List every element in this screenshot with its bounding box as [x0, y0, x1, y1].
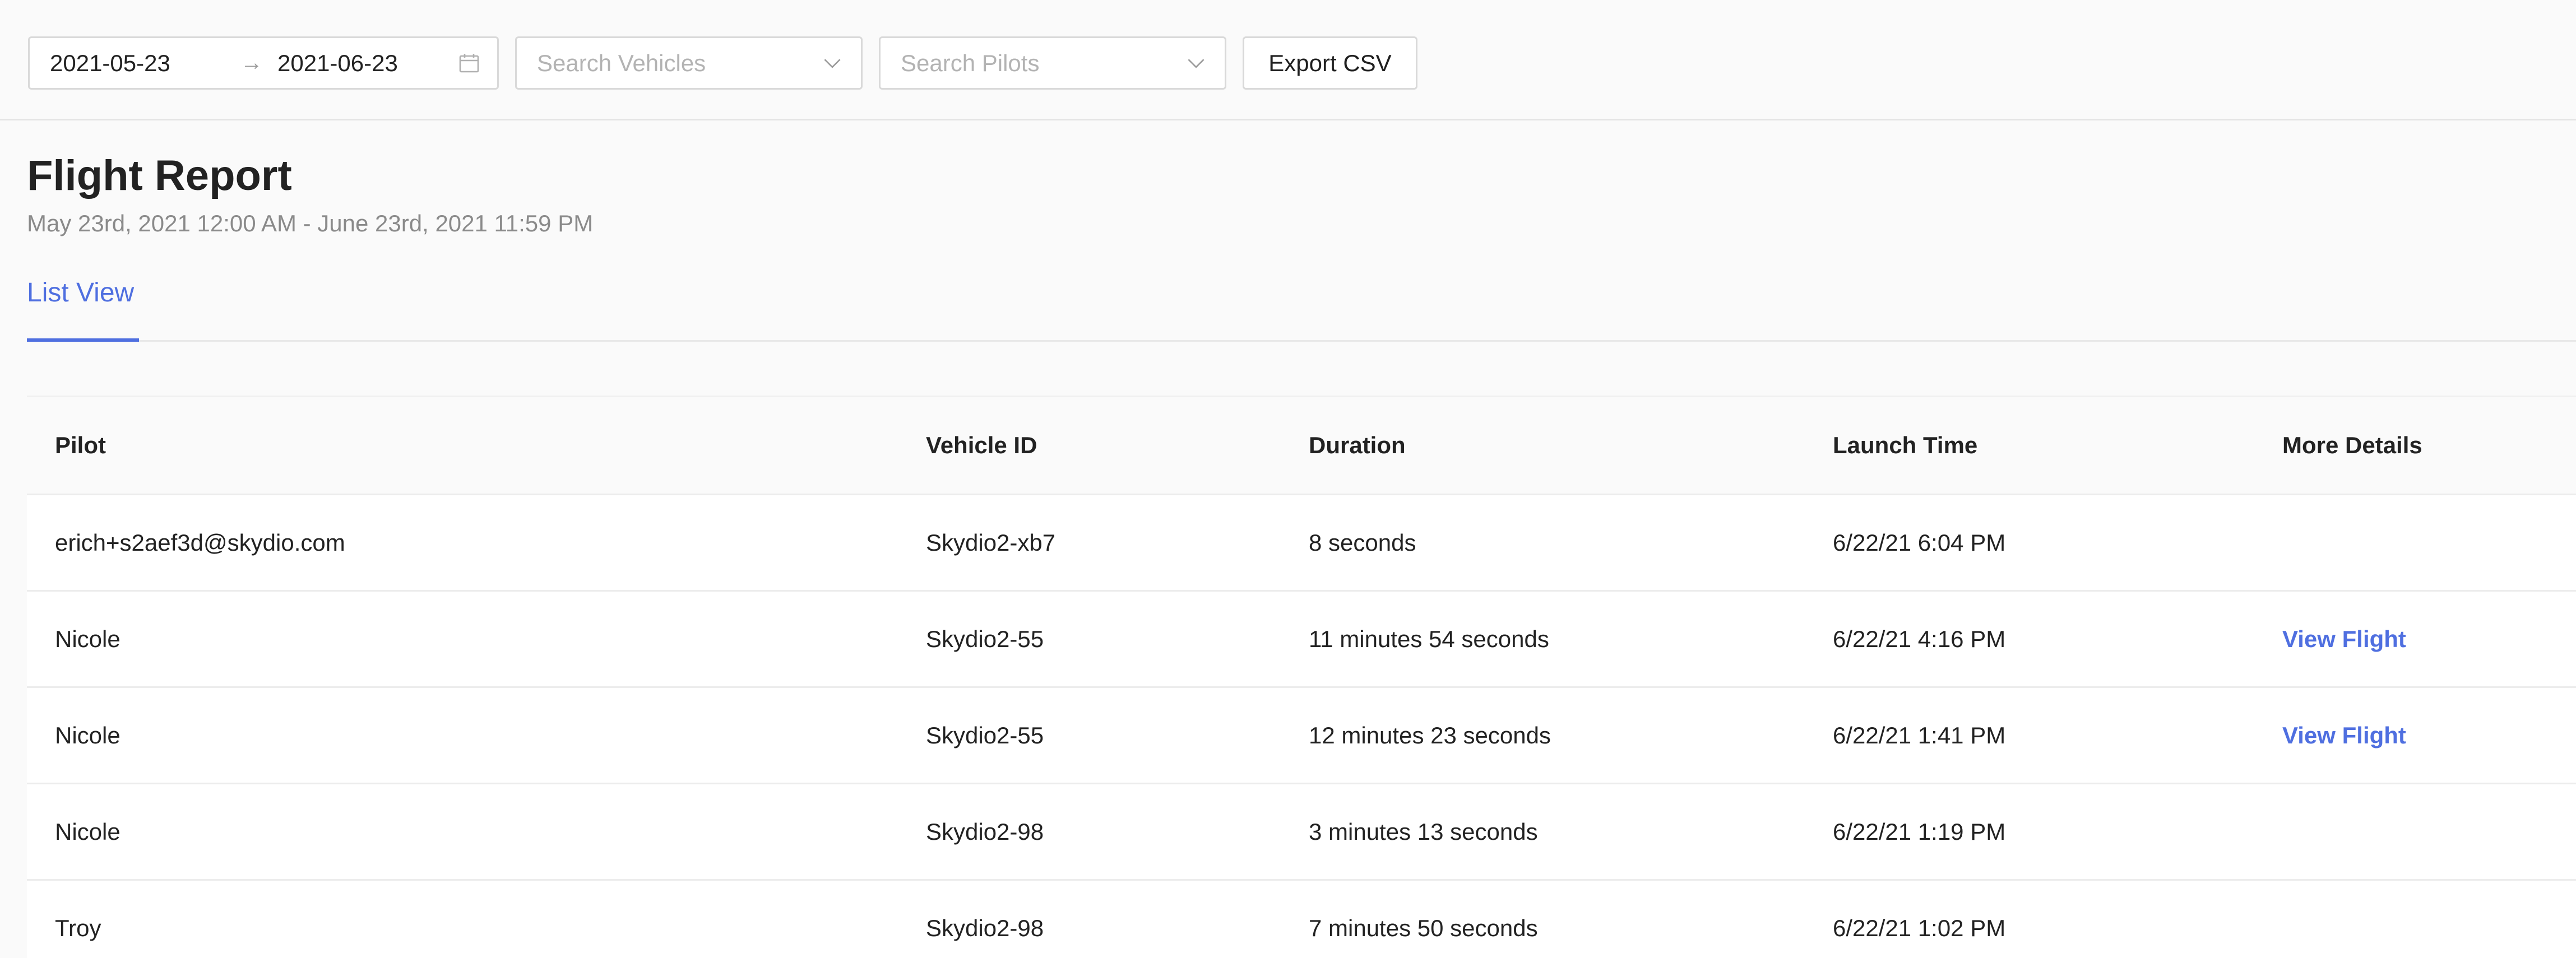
- view-flight-link[interactable]: View Flight: [2282, 592, 2406, 686]
- chevron-down-icon: [1188, 58, 1204, 68]
- column-header-vehicle-id[interactable]: Vehicle ID: [926, 397, 1037, 494]
- search-pilots-select[interactable]: Search Pilots: [879, 36, 1226, 90]
- calendar-icon[interactable]: [458, 52, 480, 75]
- date-range-arrow: →: [240, 50, 263, 75]
- pilot-cell: Nicole: [55, 722, 121, 748]
- export-csv-button[interactable]: Export CSV: [1243, 36, 1417, 90]
- view-flight-link[interactable]: View Flight: [2282, 688, 2406, 783]
- column-header-launch-time[interactable]: Launch Time: [1833, 397, 1977, 494]
- table-row: Nicole Skydio2-55 11 minutes 54 seconds …: [27, 592, 2576, 688]
- duration-cell: 8 seconds: [1309, 529, 1416, 556]
- duration-cell: 7 minutes 50 seconds: [1309, 914, 1538, 941]
- flights-table: Pilot Vehicle ID Duration Launch Time Mo…: [27, 396, 2576, 958]
- search-vehicles-select[interactable]: Search Vehicles: [515, 36, 863, 90]
- launch-time-cell: 6/22/21 1:02 PM: [1833, 914, 2006, 941]
- filter-toolbar: 2021-05-23 → 2021-06-23 Search Vehicles …: [28, 36, 1417, 90]
- flight-report-page: 2021-05-23 → 2021-06-23 Search Vehicles …: [0, 0, 2576, 958]
- duration-cell: 12 minutes 23 seconds: [1309, 722, 1551, 748]
- table-row: Troy Skydio2-98 7 minutes 50 seconds 6/2…: [27, 881, 2576, 958]
- duration-cell: 3 minutes 13 seconds: [1309, 818, 1538, 845]
- column-header-pilot[interactable]: Pilot: [55, 397, 106, 494]
- table-row: Nicole Skydio2-55 12 minutes 23 seconds …: [27, 688, 2576, 784]
- date-start[interactable]: 2021-05-23: [50, 50, 240, 77]
- column-header-more-details: More Details: [2282, 432, 2422, 458]
- tabs-divider: [27, 340, 2576, 342]
- page-title: Flight Report: [27, 152, 292, 199]
- table-row: Nicole Skydio2-98 3 minutes 13 seconds 6…: [27, 784, 2576, 881]
- report-date-range: May 23rd, 2021 12:00 AM - June 23rd, 202…: [27, 210, 594, 236]
- search-vehicles-placeholder: Search Vehicles: [537, 49, 706, 76]
- date-end[interactable]: 2021-06-23: [277, 50, 446, 77]
- date-range-picker[interactable]: 2021-05-23 → 2021-06-23: [28, 36, 499, 90]
- chevron-down-icon: [824, 58, 841, 68]
- table-header-row: Pilot Vehicle ID Duration Launch Time Mo…: [27, 397, 2576, 495]
- launch-time-cell: 6/22/21 4:16 PM: [1833, 625, 2006, 652]
- active-tab-indicator: [27, 338, 139, 342]
- pilot-cell: Nicole: [55, 625, 121, 652]
- pilot-cell: Nicole: [55, 818, 121, 845]
- table-row: erich+s2aef3d@skydio.com Skydio2-xb7 8 s…: [27, 495, 2576, 592]
- search-pilots-placeholder: Search Pilots: [901, 49, 1040, 76]
- duration-cell: 11 minutes 54 seconds: [1309, 625, 1549, 652]
- column-header-duration[interactable]: Duration: [1309, 397, 1406, 494]
- vehicle-id-cell: Skydio2-xb7: [926, 529, 1056, 556]
- launch-time-cell: 6/22/21 6:04 PM: [1833, 529, 2006, 556]
- launch-time-cell: 6/22/21 1:41 PM: [1833, 722, 2006, 748]
- vehicle-id-cell: Skydio2-98: [926, 914, 1044, 941]
- toolbar-divider: [0, 119, 2576, 120]
- vehicle-id-cell: Skydio2-55: [926, 722, 1044, 748]
- pilot-cell: erich+s2aef3d@skydio.com: [55, 529, 345, 556]
- vehicle-id-cell: Skydio2-55: [926, 625, 1044, 652]
- tab-list-view[interactable]: List View: [27, 277, 134, 308]
- launch-time-cell: 6/22/21 1:19 PM: [1833, 818, 2006, 845]
- pilot-cell: Troy: [55, 914, 101, 941]
- vehicle-id-cell: Skydio2-98: [926, 818, 1044, 845]
